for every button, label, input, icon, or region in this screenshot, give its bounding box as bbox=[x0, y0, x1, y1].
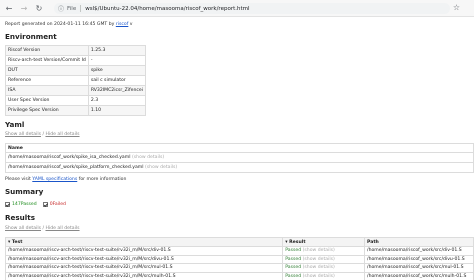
path-column-header[interactable]: Path bbox=[364, 237, 474, 247]
result-path-cell: /home/masooma/riscof_work/src/mulh-01.S bbox=[364, 271, 474, 280]
result-column-header[interactable]: ▾ Result bbox=[282, 237, 366, 247]
yaml-detail-links: Show all details / Hide all details bbox=[5, 132, 80, 137]
environment-value: 2.3 bbox=[87, 95, 147, 106]
test-path-cell: /home/masooma/riscv-arch-test/riscv-test… bbox=[4, 263, 284, 273]
yaml-table: Name /home/masooma/riscof_work/spike_isa… bbox=[5, 143, 474, 173]
result-show-details-toggle[interactable]: (show details) bbox=[303, 265, 335, 270]
yaml-cell: /home/masooma/riscof_work/spike_isa_chec… bbox=[5, 152, 474, 163]
environment-row: DUT spike bbox=[5, 65, 147, 76]
environment-key: ISA bbox=[5, 85, 89, 96]
test-column-header[interactable]: ▾ Test bbox=[4, 237, 284, 247]
result-row[interactable]: /home/masooma/riscv-arch-test/riscv-test… bbox=[4, 271, 474, 280]
yaml-file-name: /home/masooma/riscof_work/spike_platform… bbox=[8, 165, 144, 170]
browser-toolbar: ← → ↻ ⓘ File wsl$/Ubuntu-22.04/home/maso… bbox=[0, 0, 474, 17]
path-header-label: Path bbox=[367, 239, 379, 245]
results-show-all-link[interactable]: Show all details bbox=[5, 226, 41, 231]
environment-value: sail c simulator bbox=[87, 75, 147, 86]
bookmark-star-icon[interactable]: ☆ bbox=[453, 3, 460, 12]
results-hide-all-link[interactable]: Hide all details bbox=[45, 226, 79, 231]
result-status: Passed bbox=[285, 256, 302, 262]
generated-prefix: Report generated on 2024-01-11 16:45 GMT… bbox=[5, 22, 116, 27]
environment-table: Riscof Version 1.25.3 Riscv-arch-test Vers… bbox=[5, 45, 147, 116]
environment-key: Privilege Spec Version bbox=[5, 105, 89, 116]
environment-value: spike bbox=[87, 65, 147, 76]
environment-key: Riscv-arch-test Version/Commit Id bbox=[5, 55, 89, 66]
address-bar[interactable]: ⓘ File wsl$/Ubuntu-22.04/home/masooma/ri… bbox=[54, 3, 450, 14]
riscof-link[interactable]: riscof bbox=[116, 22, 129, 27]
result-header-label: Result bbox=[289, 239, 306, 245]
environment-key: Reference bbox=[5, 75, 89, 86]
environment-key: Riscof Version bbox=[5, 45, 89, 56]
result-path-cell: /home/masooma/riscof_work/src/divu-01.S bbox=[364, 254, 474, 264]
passed-count: 147Passed bbox=[12, 202, 37, 207]
test-path-cell: /home/masooma/riscv-arch-test/riscv-test… bbox=[4, 254, 284, 264]
result-status: Passed bbox=[285, 265, 302, 271]
result-cell: Passed (show details) bbox=[282, 254, 366, 264]
result-show-details-toggle[interactable]: (show details) bbox=[303, 274, 335, 279]
environment-row: Reference sail c simulator bbox=[5, 75, 147, 86]
environment-row: Privilege Spec Version 1.10 bbox=[5, 105, 147, 116]
passed-checkbox[interactable] bbox=[5, 202, 10, 207]
yaml-visit-suffix: for more information bbox=[77, 177, 127, 182]
environment-value: 1.10 bbox=[87, 105, 147, 116]
info-icon[interactable]: ⓘ bbox=[58, 4, 64, 13]
yaml-spec-link[interactable]: YAML specifications bbox=[32, 177, 77, 182]
yaml-show-details-toggle[interactable]: (show details) bbox=[132, 155, 164, 160]
yaml-name-header[interactable]: Name bbox=[5, 143, 474, 153]
failed-checkbox[interactable] bbox=[42, 202, 48, 207]
environment-value: 1.25.3 bbox=[87, 45, 147, 56]
yaml-row[interactable]: /home/masooma/riscof_work/spike_platform… bbox=[5, 162, 474, 173]
yaml-hide-all-link[interactable]: Hide all details bbox=[45, 132, 79, 137]
summary-heading: Summary bbox=[5, 187, 44, 196]
yaml-spec-note: Please visit YAML specifications for mor… bbox=[5, 177, 126, 182]
environment-key: DUT bbox=[5, 65, 89, 76]
result-status: Passed bbox=[285, 273, 302, 279]
yaml-row[interactable]: /home/masooma/riscof_work/spike_isa_chec… bbox=[5, 152, 474, 163]
generated-suffix: v bbox=[128, 22, 133, 27]
summary-filters: 147Passed 0Failed bbox=[5, 202, 66, 207]
forward-arrow-icon[interactable]: → bbox=[18, 2, 30, 14]
result-cell: Passed (show details) bbox=[282, 246, 366, 256]
environment-row: ISA RV32IMC2icsr_Zifencei bbox=[5, 85, 147, 96]
environment-row: User Spec Version 2.3 bbox=[5, 95, 147, 106]
report-generated-line: Report generated on 2024-01-11 16:45 GMT… bbox=[5, 22, 133, 27]
yaml-heading: Yaml bbox=[5, 120, 25, 129]
test-path-cell: /home/masooma/riscv-arch-test/riscv-test… bbox=[4, 246, 284, 256]
yaml-file-name: /home/masooma/riscof_work/spike_isa_chec… bbox=[8, 155, 131, 160]
environment-value: RV32IMC2icsr_Zifencei bbox=[87, 85, 147, 96]
yaml-show-details-toggle[interactable]: (show details) bbox=[145, 165, 177, 170]
results-heading: Results bbox=[5, 213, 35, 222]
result-status: Passed bbox=[285, 248, 302, 254]
environment-heading: Environment bbox=[5, 32, 57, 41]
result-row[interactable]: /home/masooma/riscv-arch-test/riscv-test… bbox=[4, 246, 474, 256]
reload-icon[interactable]: ↻ bbox=[33, 2, 45, 14]
environment-key: User Spec Version bbox=[5, 95, 89, 106]
yaml-visit-prefix: Please visit bbox=[5, 177, 33, 182]
result-row[interactable]: /home/masooma/riscv-arch-test/riscv-test… bbox=[4, 254, 474, 264]
result-path-cell: /home/masooma/riscof_work/src/div-01.S bbox=[364, 246, 474, 256]
result-row[interactable]: /home/masooma/riscv-arch-test/riscv-test… bbox=[4, 263, 474, 273]
result-show-details-toggle[interactable]: (show details) bbox=[303, 248, 335, 253]
environment-value: - bbox=[87, 55, 147, 66]
url-text[interactable]: wsl$/Ubuntu-22.04/home/masooma/riscof_wo… bbox=[85, 6, 249, 12]
failed-count: 0Failed bbox=[49, 202, 66, 207]
address-divider bbox=[80, 5, 82, 12]
result-cell: Passed (show details) bbox=[282, 263, 366, 273]
result-path-cell: /home/masooma/riscof_work/src/mul-01.S bbox=[364, 263, 474, 273]
back-arrow-icon[interactable]: ← bbox=[3, 2, 15, 14]
environment-row: Riscv-arch-test Version/Commit Id - bbox=[5, 55, 147, 66]
result-show-details-toggle[interactable]: (show details) bbox=[303, 257, 335, 262]
url-scheme-label: File bbox=[67, 5, 77, 12]
test-header-label: Test bbox=[11, 239, 23, 245]
results-detail-links: Show all details / Hide all details bbox=[5, 226, 80, 231]
test-path-cell: /home/masooma/riscv-arch-test/riscv-test… bbox=[4, 271, 284, 280]
yaml-show-all-link[interactable]: Show all details bbox=[5, 132, 41, 137]
results-table: ▾ Test ▾ Result Path /home/masooma/riscv… bbox=[4, 237, 474, 280]
environment-row: Riscof Version 1.25.3 bbox=[5, 45, 147, 56]
result-cell: Passed (show details) bbox=[282, 271, 366, 280]
yaml-cell: /home/masooma/riscof_work/spike_platform… bbox=[5, 162, 474, 173]
